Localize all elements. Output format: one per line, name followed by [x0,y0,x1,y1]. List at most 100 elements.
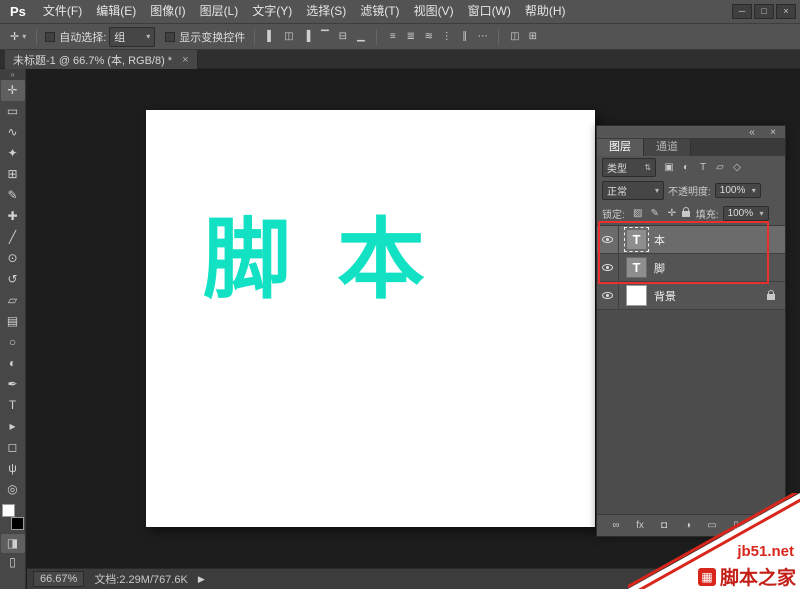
align-bottom-icon[interactable]: ▁ [353,31,368,42]
filter-shape-icon[interactable]: ▱ [713,162,727,173]
tab-close-icon[interactable]: × [182,54,188,66]
text-layer-thumbnail[interactable]: T [624,227,649,252]
distribute-left-icon[interactable]: ⋮ [439,31,454,42]
visibility-cell[interactable] [597,254,619,281]
brush-tool[interactable]: ╱ [1,227,25,248]
background-layer-thumbnail[interactable] [626,285,647,306]
eye-icon[interactable] [602,292,613,299]
gradient-tool[interactable]: ▤ [1,311,25,332]
eraser-tool[interactable]: ▱ [1,290,25,311]
zoom-tool[interactable]: ◎ [1,479,25,500]
document-canvas[interactable]: 脚 本 [146,110,595,527]
caret-down-icon: ▾ [146,32,151,41]
lock-all-icon[interactable] [681,207,690,217]
fill-dropdown[interactable]: 100% ▾ [722,206,769,221]
blur-tool[interactable]: ○ [1,332,25,353]
distribute-center-icon[interactable]: ∥ [457,31,472,42]
dodge-tool[interactable]: ◐ [1,353,25,374]
layer-list-empty-area [597,310,785,514]
crop-tool[interactable]: ⊞ [1,164,25,185]
hand-tool[interactable]: ψ [1,458,25,479]
lock-pixels-icon[interactable]: ✎ [648,208,662,219]
opacity-dropdown[interactable]: 100% ▾ [714,183,761,198]
auto-select-checkbox[interactable] [45,31,56,42]
separator [498,28,500,45]
collapse-panels-icon[interactable]: « [745,127,759,138]
filter-pixel-icon[interactable]: ▣ [662,162,676,173]
layer-row-background[interactable]: 背景 [597,282,785,310]
distribute-bottom-icon[interactable]: ≋ [421,31,436,42]
text-layer-thumbnail[interactable]: T [626,257,647,278]
menu-select[interactable]: 选择(S) [299,0,353,23]
visibility-cell[interactable] [597,226,619,253]
screen-mode-icon[interactable]: ▯ [1,553,25,572]
pen-tool[interactable]: ✒ [1,374,25,395]
align-right-icon[interactable]: ▐ [299,31,314,42]
filter-adjustment-icon[interactable]: ◐ [679,162,693,173]
auto-select-dropdown[interactable]: 组 ▾ [109,26,156,47]
distribute-right-icon[interactable]: ⋯ [475,31,490,42]
menu-file[interactable]: 文件(F) [36,0,89,23]
tab-layers[interactable]: 图层 [597,139,644,156]
layer-row-jiao[interactable]: T 脚 [597,254,785,282]
document-tab[interactable]: 未标题-1 @ 66.7% (本, RGB/8) * × [5,50,198,69]
quick-mask-icon[interactable]: ◨ [0,534,25,553]
menu-layer[interactable]: 图层(L) [193,0,246,23]
layer-name[interactable]: 背景 [654,288,676,304]
minimize-button[interactable]: ─ [732,4,752,19]
menu-help[interactable]: 帮助(H) [518,0,573,23]
separator [36,28,38,45]
rectangle-tool[interactable]: ◻ [1,437,25,458]
blend-mode-dropdown[interactable]: 正常 ▾ [602,181,664,200]
lock-position-icon[interactable]: ✛ [665,208,679,219]
menu-view[interactable]: 视图(V) [407,0,461,23]
eye-icon[interactable] [602,264,613,271]
maximize-button[interactable]: □ [754,4,774,19]
foreground-color-swatch[interactable] [1,504,15,517]
menu-image[interactable]: 图像(I) [143,0,192,23]
status-options-arrow-icon[interactable]: ▶ [198,574,205,585]
toolbar-collapse-icon[interactable]: » [0,69,25,80]
lock-transparency-icon[interactable]: ▨ [631,208,645,219]
quick-selection-tool[interactable]: ✦ [1,143,25,164]
tab-channels[interactable]: 通道 [644,139,691,156]
type-tool[interactable]: T [1,395,25,416]
lasso-tool[interactable]: ∿ [1,122,25,143]
move-tool-icon: ✛ [10,31,20,43]
layer-row-ben[interactable]: T 本 [597,226,785,254]
menu-edit[interactable]: 编辑(E) [89,0,143,23]
rectangular-marquee-tool[interactable]: ▭ [1,101,25,122]
background-color-swatch[interactable] [10,517,24,530]
caret-down-icon: ▾ [22,32,27,41]
align-top-icon[interactable]: ▔ [317,31,332,42]
panel-close-icon[interactable]: × [766,127,780,138]
filter-smart-icon[interactable]: ◇ [730,162,744,173]
visibility-cell[interactable] [597,282,619,309]
workspace-icon[interactable]: ⊞ [525,31,540,42]
eyedropper-tool[interactable]: ✎ [1,185,25,206]
menu-type[interactable]: 文字(Y) [245,0,299,23]
clone-stamp-tool[interactable]: ⊙ [1,248,25,269]
menu-filter[interactable]: 滤镜(T) [353,0,406,23]
close-button[interactable]: × [776,4,796,19]
move-tool[interactable]: ✛ [0,80,25,101]
eye-icon[interactable] [602,236,613,243]
link-layers-icon[interactable]: ∞ [609,520,623,531]
distribute-middle-icon[interactable]: ≣ [403,31,418,42]
align-center-h-icon[interactable]: ◫ [281,31,296,42]
show-transform-checkbox[interactable] [165,31,176,42]
filter-type-dropdown[interactable]: 类型 ⇅ [602,158,656,177]
path-selection-tool[interactable]: ▸ [1,416,25,437]
healing-brush-tool[interactable]: ✚ [1,206,25,227]
history-brush-tool[interactable]: ↺ [1,269,25,290]
zoom-level-input[interactable]: 66.67% [33,571,85,587]
distribute-top-icon[interactable]: ≡ [385,31,400,42]
auto-align-icon[interactable]: ◫ [507,31,522,42]
layer-name[interactable]: 脚 [654,260,665,276]
filter-type-icon[interactable]: T [696,162,710,173]
align-middle-icon[interactable]: ⊟ [335,31,350,42]
align-left-icon[interactable]: ▌ [263,31,278,42]
tool-preset-picker[interactable]: ✛ ▾ [6,30,30,43]
menu-window[interactable]: 窗口(W) [461,0,518,23]
layer-name[interactable]: 本 [654,232,665,248]
